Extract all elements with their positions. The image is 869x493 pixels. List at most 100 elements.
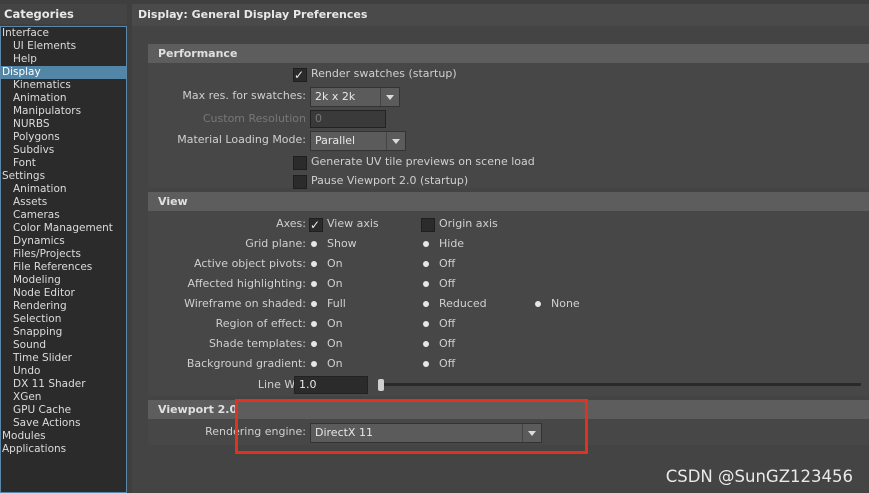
pivots-off-radio[interactable]	[423, 261, 429, 267]
category-item[interactable]: Font	[1, 157, 126, 170]
line-width-field[interactable]: 1.0	[294, 376, 368, 394]
pause-viewport-checkbox[interactable]	[293, 175, 307, 189]
max-res-dropdown[interactable]: 2k x 2k	[310, 87, 400, 107]
category-item[interactable]: Cameras	[1, 209, 126, 222]
category-item[interactable]: Display	[1, 66, 126, 79]
material-mode-dropdown[interactable]: Parallel	[310, 131, 406, 151]
pivots-on-radio[interactable]	[311, 261, 317, 267]
category-item[interactable]: NURBS	[1, 118, 126, 131]
category-item[interactable]: Interface	[1, 27, 126, 40]
region-off-label: Off	[439, 317, 456, 330]
view-axis-label: View axis	[327, 217, 379, 230]
shade-on-label: On	[327, 337, 343, 350]
wireframe-none-label: None	[551, 297, 580, 310]
region-off-radio[interactable]	[423, 321, 429, 327]
pivots-label: Active object pivots:	[194, 257, 306, 270]
category-item[interactable]: Time Slider	[1, 352, 126, 365]
max-res-label: Max res. for swatches:	[182, 89, 306, 102]
category-item[interactable]: Settings	[1, 170, 126, 183]
category-item[interactable]: Modeling	[1, 274, 126, 287]
categories-list[interactable]: Interface UI Elements Help Display Kinematic…	[0, 26, 127, 493]
watermark: CSDN @SunGZ123456	[665, 467, 853, 486]
category-item[interactable]: File References	[1, 261, 126, 274]
uv-previews-checkbox[interactable]	[293, 156, 307, 170]
chevron-down-icon	[386, 132, 405, 150]
wireframe-none-radio[interactable]	[535, 301, 541, 307]
category-item[interactable]: Color Management	[1, 222, 126, 235]
grid-show-radio[interactable]	[311, 241, 317, 247]
region-on-label: On	[327, 317, 343, 330]
grid-show-label: Show	[327, 237, 357, 250]
wireframe-full-label: Full	[327, 297, 346, 310]
shade-label: Shade templates:	[208, 337, 306, 350]
category-item[interactable]: Kinematics	[1, 79, 126, 92]
line-width-slider-handle[interactable]	[378, 379, 384, 391]
categories-title: Categories	[0, 4, 127, 24]
highlight-on-label: On	[327, 277, 343, 290]
category-item[interactable]: Save Actions	[1, 417, 126, 430]
category-item[interactable]: Sound	[1, 339, 126, 352]
section-performance-body: Render swatches (startup) Max res. for s…	[148, 63, 869, 189]
category-item[interactable]: GPU Cache	[1, 404, 126, 417]
categories-pane: Categories Interface UI Elements Help Displ…	[0, 4, 127, 493]
axes-label: Axes:	[276, 217, 306, 230]
category-item[interactable]: Snapping	[1, 326, 126, 339]
section-performance-header[interactable]: Performance	[148, 44, 869, 63]
origin-axis-label: Origin axis	[439, 217, 498, 230]
pivots-on-label: On	[327, 257, 343, 270]
max-res-value: 2k x 2k	[315, 90, 356, 103]
wireframe-reduced-radio[interactable]	[423, 301, 429, 307]
custom-res-label: Custom Resolution	[202, 112, 306, 125]
highlight-off-label: Off	[439, 277, 456, 290]
category-item[interactable]: Applications	[1, 443, 126, 456]
pause-viewport-label: Pause Viewport 2.0 (startup)	[311, 174, 469, 187]
category-item[interactable]: DX 11 Shader	[1, 378, 126, 391]
section-view-body: Axes: View axis Origin axis Grid plane: …	[148, 211, 869, 396]
grid-hide-label: Hide	[439, 237, 465, 250]
shade-on-radio[interactable]	[311, 341, 317, 347]
section-view-header[interactable]: View	[148, 192, 869, 211]
panel-title: Display: General Display Preferences	[132, 4, 869, 26]
grid-hide-radio[interactable]	[423, 241, 429, 247]
highlight-annotation-box	[235, 399, 588, 454]
category-item[interactable]: Assets	[1, 196, 126, 209]
category-item[interactable]: Selection	[1, 313, 126, 326]
category-item[interactable]: Node Editor	[1, 287, 126, 300]
category-item[interactable]: Undo	[1, 365, 126, 378]
highlight-on-radio[interactable]	[311, 281, 317, 287]
category-item[interactable]: Files/Projects	[1, 248, 126, 261]
shade-off-radio[interactable]	[423, 341, 429, 347]
category-item[interactable]: Subdivs	[1, 144, 126, 157]
wireframe-full-radio[interactable]	[311, 301, 317, 307]
wireframe-label: Wireframe on shaded:	[184, 297, 306, 310]
bg-off-label: Off	[439, 357, 456, 370]
grid-plane-label: Grid plane:	[245, 237, 306, 250]
category-item[interactable]: XGen	[1, 391, 126, 404]
origin-axis-checkbox[interactable]	[421, 218, 435, 232]
render-swatches-checkbox[interactable]	[293, 66, 307, 84]
category-item[interactable]: Polygons	[1, 131, 126, 144]
category-item[interactable]: Manipulators	[1, 105, 126, 118]
material-mode-value: Parallel	[315, 134, 356, 147]
pivots-off-label: Off	[439, 257, 456, 270]
highlight-off-radio[interactable]	[423, 281, 429, 287]
line-width-slider[interactable]	[379, 383, 861, 386]
bg-on-radio[interactable]	[311, 361, 317, 367]
render-swatches-label: Render swatches (startup)	[311, 67, 457, 80]
shade-off-label: Off	[439, 337, 456, 350]
category-item[interactable]: Animation	[1, 92, 126, 105]
wireframe-reduced-label: Reduced	[439, 297, 487, 310]
view-axis-checkbox[interactable]	[309, 216, 323, 234]
bg-gradient-label: Background gradient:	[186, 357, 306, 370]
category-item[interactable]: Animation	[1, 183, 126, 196]
category-item[interactable]: Rendering	[1, 300, 126, 313]
uv-previews-label: Generate UV tile previews on scene load	[311, 155, 535, 168]
category-item[interactable]: UI Elements	[1, 40, 126, 53]
category-item[interactable]: Help	[1, 53, 126, 66]
bg-off-radio[interactable]	[423, 361, 429, 367]
custom-res-field[interactable]: 0	[310, 110, 386, 128]
highlight-label: Affected highlighting:	[187, 277, 306, 290]
category-item[interactable]: Dynamics	[1, 235, 126, 248]
region-on-radio[interactable]	[311, 321, 317, 327]
category-item[interactable]: Modules	[1, 430, 126, 443]
